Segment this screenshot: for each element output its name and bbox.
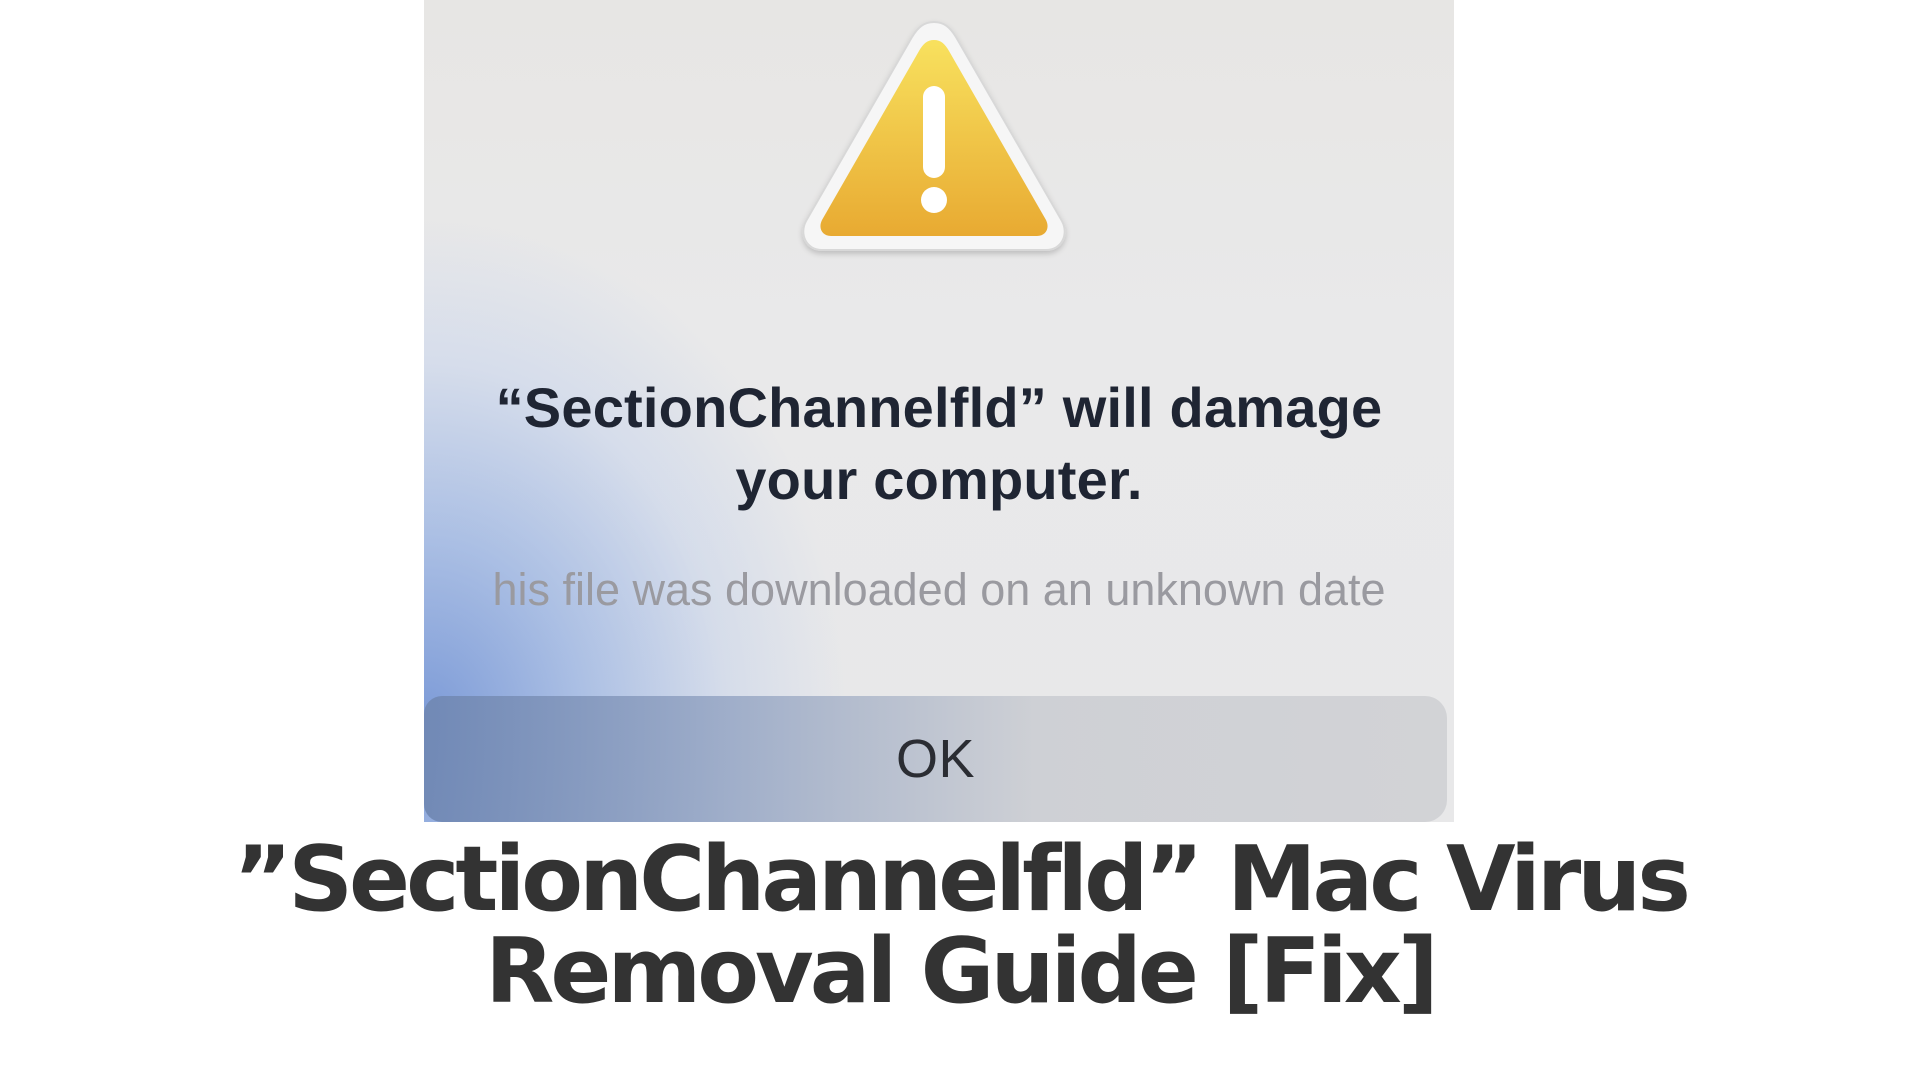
page-title: ”SectionChannelfld” Mac Virus Removal Gu… bbox=[0, 834, 1920, 1018]
page-title-line1: ”SectionChannelfld” Mac Virus bbox=[233, 827, 1691, 932]
ok-button-label: OK bbox=[895, 729, 976, 789]
dialog-title-line1: “SectionChannelfld” will damage bbox=[495, 376, 1383, 439]
dialog-title-line2: your computer. bbox=[735, 448, 1143, 511]
dialog-message: his file was downloaded on an unknown da… bbox=[492, 564, 1386, 615]
alert-dialog-screenshot: “SectionChannelfld” will damage your com… bbox=[424, 0, 1454, 822]
warning-triangle-icon bbox=[802, 20, 1066, 251]
page: “SectionChannelfld” will damage your com… bbox=[0, 0, 1920, 1080]
dialog-title: “SectionChannelfld” will damage your com… bbox=[424, 372, 1454, 516]
page-title-line2: Removal Guide [Fix] bbox=[485, 919, 1439, 1024]
ok-button[interactable]: OK bbox=[424, 696, 1447, 822]
